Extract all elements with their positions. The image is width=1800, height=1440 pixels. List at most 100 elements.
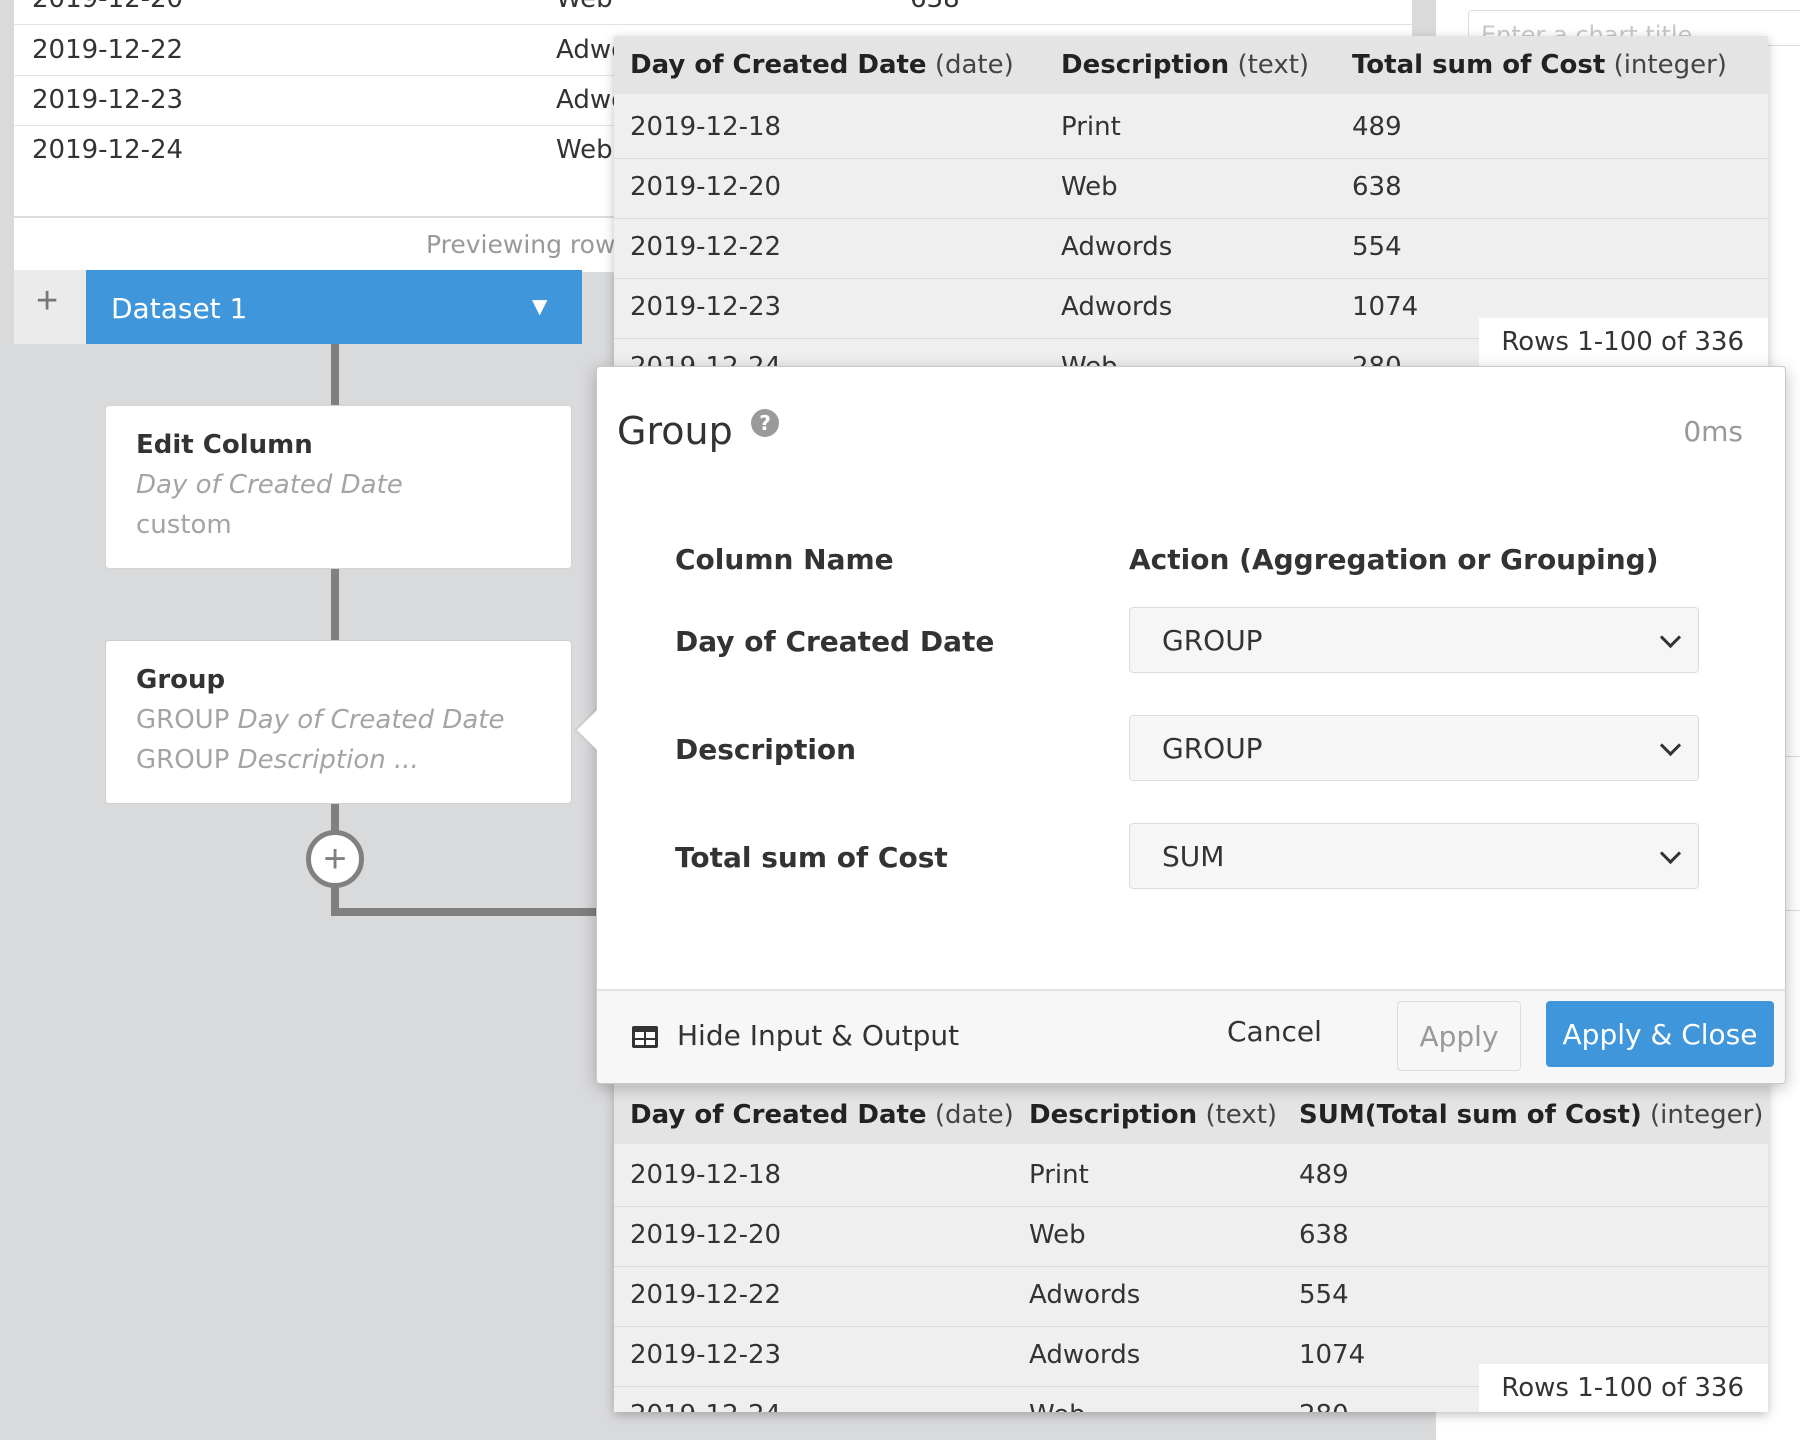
pipeline-connector	[331, 908, 596, 916]
cell-date: 2019-12-23	[630, 292, 782, 322]
column-header: SUM(Total sum of Cost) (integer)	[1299, 1100, 1764, 1130]
cell-description: Adwords	[1061, 292, 1173, 322]
execution-time: 0ms	[1683, 415, 1743, 448]
chevron-down-icon	[1659, 734, 1682, 757]
chevron-down-icon	[1659, 842, 1682, 865]
dialog-footer: Hide Input & Output Cancel Apply Apply &…	[597, 989, 1785, 1083]
cell-date: 2019-12-18	[630, 1160, 782, 1190]
step-detail: custom	[136, 510, 232, 540]
table-row: 2019-12-22 Adwords 554	[614, 218, 1768, 279]
cell-cost: 638	[1299, 1220, 1349, 1250]
cell-cost: 489	[1299, 1160, 1349, 1190]
action-select[interactable]: GROUP	[1129, 715, 1699, 781]
cell-date: 2019-12-24	[630, 1400, 781, 1412]
cell-description: Adwords	[1029, 1340, 1141, 1370]
preview-status: Previewing rows	[426, 230, 629, 259]
step-detail: GROUP Day of Created Date	[136, 705, 505, 735]
table-header: Day of Created Date (date) Description (…	[614, 1086, 1768, 1144]
table-row: 2019-12-18 Print 489	[614, 98, 1768, 159]
table-header: Day of Created Date (date) Description (…	[614, 36, 1768, 94]
step-title: Edit Column	[136, 430, 313, 460]
column-label: Day of Created Date	[675, 625, 995, 658]
apply-close-button[interactable]: Apply & Close	[1546, 1001, 1774, 1067]
column-name-header: Column Name	[675, 543, 894, 576]
dataset-name: Dataset 1	[111, 292, 248, 325]
cancel-button[interactable]: Cancel	[1227, 1015, 1322, 1048]
cell-date: 2019-12-24	[32, 135, 184, 165]
rows-count-badge: Rows 1-100 of 336	[1479, 1364, 1768, 1412]
action-select[interactable]: GROUP	[1129, 607, 1699, 673]
output-data-table: Day of Created Date (date) Description (…	[614, 1080, 1768, 1412]
column-header: Description (text)	[1029, 1100, 1278, 1130]
cell-cost: 280	[1352, 352, 1402, 366]
cell-description: Adwords	[1029, 1280, 1141, 1310]
cell-date: 2019-12-20	[32, 0, 183, 14]
cell-date: 2019-12-20	[630, 172, 782, 202]
cell-date: 2019-12-20	[630, 1220, 782, 1250]
cell-cost: 280	[1299, 1400, 1349, 1412]
cell-description: Web	[1029, 1400, 1086, 1412]
column-label: Description	[675, 733, 857, 766]
pipeline-connector	[331, 568, 339, 640]
cell-description: Web	[1061, 172, 1118, 202]
cell-date: 2019-12-22	[630, 232, 782, 262]
input-data-table: Day of Created Date (date) Description (…	[614, 36, 1768, 366]
caret-down-icon: ▼	[532, 294, 548, 318]
help-icon[interactable]: ?	[751, 409, 779, 437]
table-row: 2019-12-20 Web 638	[614, 158, 1768, 219]
cell-date: 2019-12-22	[32, 35, 184, 65]
plus-icon: +	[36, 280, 59, 322]
cell-description: Print	[1029, 1160, 1089, 1190]
table-row: 2019-12-20 Web 638	[14, 0, 1412, 25]
cell-description: Web	[1061, 352, 1118, 366]
cell-description: Print	[1061, 112, 1121, 142]
cell-date: 2019-12-23	[630, 1340, 782, 1370]
cell-description: Adwords	[1061, 232, 1173, 262]
chevron-down-icon	[1659, 626, 1682, 649]
apply-button[interactable]: Apply	[1397, 1001, 1521, 1071]
cell-description: Web	[1029, 1220, 1086, 1250]
cell-cost: 489	[1352, 112, 1402, 142]
group-step-dialog: Group ? 0ms Column Name Action (Aggregat…	[596, 366, 1786, 1084]
selected-action: GROUP	[1162, 732, 1263, 765]
rows-count-badge: Rows 1-100 of 336	[1479, 318, 1768, 366]
dialog-title: Group	[617, 409, 733, 453]
cell-cost: 638	[910, 0, 960, 14]
column-header: Day of Created Date (date)	[630, 50, 1014, 80]
cell-description: Web	[556, 0, 613, 14]
dataset-selector[interactable]: Dataset 1 ▼	[86, 270, 582, 344]
cell-cost: 1074	[1352, 292, 1419, 322]
add-step-button[interactable]: +	[306, 830, 364, 888]
step-title: Group	[136, 665, 226, 695]
table-row: 2019-12-18 Print 489	[614, 1146, 1768, 1207]
step-detail: Day of Created Date	[136, 470, 403, 500]
table-icon	[632, 1026, 658, 1048]
action-header: Action (Aggregation or Grouping)	[1129, 543, 1659, 576]
selected-action: SUM	[1162, 840, 1225, 873]
cell-cost: 554	[1352, 232, 1402, 262]
plus-icon: +	[323, 837, 347, 881]
cell-cost: 638	[1352, 172, 1402, 202]
cell-cost: 1074	[1299, 1340, 1366, 1370]
cell-description: Web	[556, 135, 613, 165]
column-label: Total sum of Cost	[675, 841, 948, 874]
selected-action: GROUP	[1162, 624, 1263, 657]
toggle-label: Hide Input & Output	[677, 1019, 960, 1052]
column-header: Total sum of Cost (integer)	[1352, 50, 1727, 80]
modal-pointer-fill	[577, 710, 597, 750]
table-row: 2019-12-20 Web 638	[614, 1206, 1768, 1267]
cell-cost: 554	[1299, 1280, 1349, 1310]
step-group[interactable]: Group GROUP Day of Created Date GROUP De…	[105, 640, 572, 804]
table-row: 2019-12-22 Adwords 554	[614, 1266, 1768, 1327]
pipeline-connector	[331, 344, 339, 406]
add-dataset-button[interactable]: +	[14, 270, 86, 344]
cell-date: 2019-12-18	[630, 112, 782, 142]
cell-date: 2019-12-23	[32, 85, 184, 115]
action-select[interactable]: SUM	[1129, 823, 1699, 889]
column-header: Day of Created Date (date)	[630, 1100, 1014, 1130]
column-header: Description (text)	[1061, 50, 1310, 80]
step-edit-column[interactable]: Edit Column Day of Created Date custom	[105, 405, 572, 569]
cell-date: 2019-12-22	[630, 1280, 782, 1310]
step-detail: GROUP Description ...	[136, 745, 419, 775]
cell-date: 2019-12-24	[630, 352, 781, 366]
